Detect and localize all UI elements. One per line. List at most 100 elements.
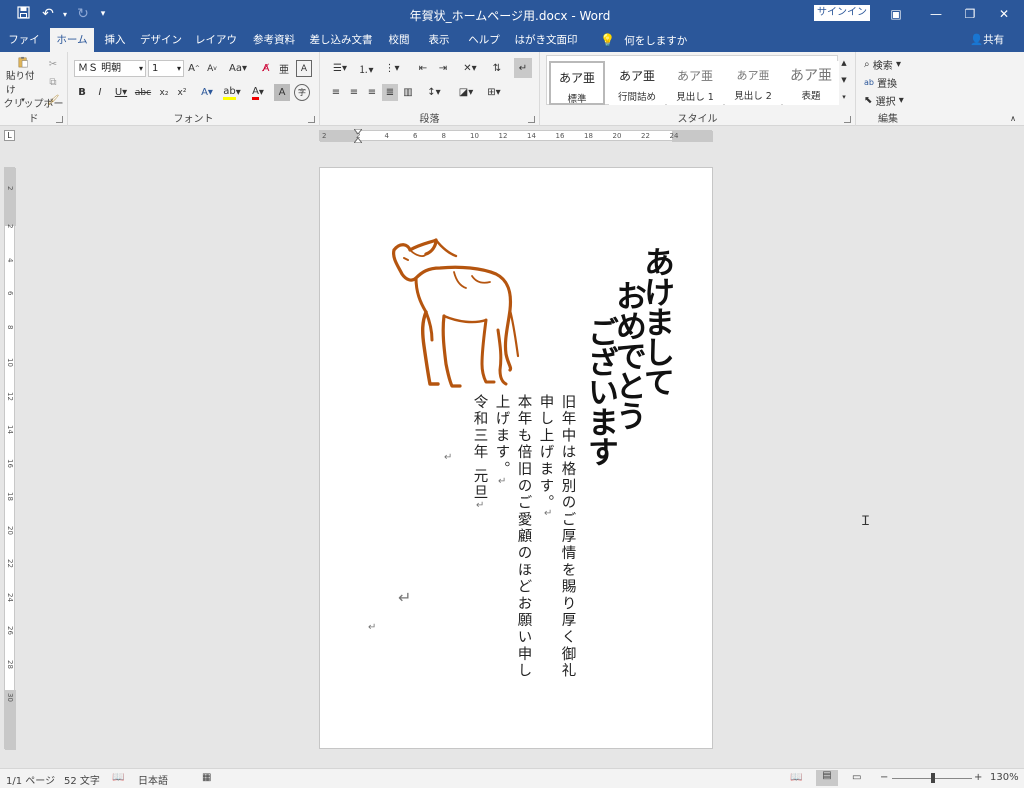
style-heading-1[interactable]: あア亜 見出し 1 <box>667 61 723 105</box>
customize-toolbar-icon[interactable]: ▾ <box>96 9 110 19</box>
styles-launcher-icon[interactable] <box>844 116 851 123</box>
bold-icon[interactable]: B <box>74 84 90 101</box>
zoom-in-icon[interactable]: + <box>974 772 982 783</box>
style-title[interactable]: あア亜 表題 <box>783 61 839 105</box>
body-line-1[interactable]: 旧年中は格別のご厚情を賜り厚く御礼 <box>560 394 576 680</box>
change-case-icon[interactable]: Aa▾ <box>226 60 250 77</box>
font-launcher-icon[interactable] <box>308 116 315 123</box>
redo-icon[interactable]: ↻ <box>70 6 96 22</box>
undo-dropdown-icon[interactable]: ▾ <box>60 10 70 19</box>
sort-icon[interactable]: ⇅ <box>488 60 506 77</box>
decrease-indent-icon[interactable]: ⇤ <box>414 60 432 77</box>
tab-view[interactable]: 表示 <box>422 28 456 52</box>
greeting-line-3[interactable]: ございます <box>582 316 618 466</box>
find-button[interactable]: ⌕ 検索 ▾ <box>864 56 918 72</box>
tab-postcard-print[interactable]: はがき文面印刷 <box>510 28 582 70</box>
signin-button[interactable]: サインイン <box>814 5 870 21</box>
indent-marker-icon[interactable] <box>352 128 364 144</box>
tab-mailings[interactable]: 差し込み文書 <box>306 28 376 52</box>
ribbon-display-options-icon[interactable]: ▣ <box>876 0 916 28</box>
document-page[interactable]: あけまして おめでとう ございます 旧年中は格別のご厚情を賜り厚く御礼 申し上げ… <box>319 167 713 749</box>
replace-button[interactable]: ab 置換 <box>864 74 918 90</box>
highlight-color-icon[interactable]: ab ▾ <box>220 84 244 101</box>
close-icon[interactable]: ✕ <box>984 0 1024 28</box>
web-layout-icon[interactable]: ▭ <box>852 772 861 783</box>
shading-icon[interactable]: ◪▾ <box>454 84 478 101</box>
enclose-characters-icon[interactable]: 字 <box>294 84 310 101</box>
subscript-icon[interactable]: x₂ <box>156 84 172 101</box>
line-spacing-icon[interactable]: ↕▾ <box>422 84 446 101</box>
tab-review[interactable]: 校閲 <box>382 28 416 52</box>
body-line-5[interactable]: 令和三年 元旦 <box>472 394 488 502</box>
distributed-icon[interactable]: ▥ <box>400 84 416 101</box>
font-name-combo[interactable]: ＭＳ 明朝 ▾ <box>74 60 146 77</box>
word-count[interactable]: 52 文字 <box>64 772 100 787</box>
align-right-icon[interactable]: ≡ <box>364 84 380 101</box>
strikethrough-icon[interactable]: abc <box>134 84 152 101</box>
body-line-4[interactable]: 上げます。 <box>494 394 510 478</box>
vertical-ruler[interactable]: 2 2 4 6 8 10 12 14 16 18 20 22 24 26 28 30 <box>4 167 16 750</box>
align-center-icon[interactable]: ≡ <box>346 84 362 101</box>
asian-layout-icon[interactable]: ✕▾ <box>458 60 482 77</box>
italic-icon[interactable]: I <box>92 84 108 101</box>
multilevel-list-icon[interactable]: ⋮▾ <box>380 60 404 77</box>
font-color-icon[interactable]: A ▾ <box>246 84 270 101</box>
cut-icon[interactable]: ✂ <box>44 56 62 72</box>
styles-more-icon[interactable]: ▾ <box>838 89 850 105</box>
tab-references[interactable]: 参考資料 <box>248 28 300 52</box>
save-icon[interactable] <box>10 5 36 23</box>
numbering-icon[interactable]: ⒈▾ <box>354 60 378 77</box>
character-border-icon[interactable]: A <box>296 60 312 77</box>
read-mode-icon[interactable]: 📖 <box>790 772 802 783</box>
proofing-icon[interactable]: 📖 <box>112 772 124 783</box>
collapse-ribbon-icon[interactable]: ∧ <box>1006 112 1020 124</box>
clipboard-launcher-icon[interactable] <box>56 116 63 123</box>
style-no-spacing[interactable]: あア亜 行間詰め <box>609 61 665 105</box>
select-button[interactable]: ⬉ 選択 ▾ <box>864 92 918 108</box>
font-size-combo[interactable]: 1 ▾ <box>148 60 184 77</box>
page-count[interactable]: 1/1 ページ <box>6 772 55 787</box>
language[interactable]: 日本語 <box>138 772 168 787</box>
tab-design[interactable]: デザイン <box>138 28 184 52</box>
tab-file[interactable]: ファイル <box>4 28 44 70</box>
undo-icon[interactable]: ↶ <box>36 6 60 22</box>
shrink-font-icon[interactable]: Av <box>204 60 220 77</box>
tab-insert[interactable]: 挿入 <box>98 28 132 52</box>
horizontal-ruler[interactable]: 2 2 4 6 8 10 12 14 16 18 20 22 24 <box>319 128 713 144</box>
zoom-out-icon[interactable]: − <box>880 772 888 783</box>
bullets-icon[interactable]: ☰▾ <box>328 60 352 77</box>
zoom-level[interactable]: 130% <box>990 772 1019 783</box>
align-left-icon[interactable]: ≡ <box>328 84 344 101</box>
styles-scroll-down-icon[interactable]: ▼ <box>838 72 850 88</box>
tab-selector-icon[interactable]: L <box>4 130 15 141</box>
body-line-2[interactable]: 申し上げます。 <box>538 394 554 512</box>
underline-icon[interactable]: U▾ <box>110 84 132 101</box>
justify-icon[interactable]: ≣ <box>382 84 398 101</box>
print-layout-icon[interactable]: ▤ <box>816 770 838 786</box>
text-effects-icon[interactable]: A▾ <box>196 84 218 101</box>
ribbon-tabs: ファイル ホーム 挿入 デザイン レイアウト 参考資料 差し込み文書 校閲 表示… <box>0 28 1024 70</box>
show-formatting-marks-icon[interactable]: ↵ <box>514 58 532 78</box>
clear-formatting-icon[interactable]: A̸ <box>258 60 274 77</box>
increase-indent-icon[interactable]: ⇥ <box>434 60 452 77</box>
style-normal[interactable]: あア亜 標準 <box>549 61 605 105</box>
copy-icon[interactable]: ⧉ <box>44 74 62 90</box>
grow-font-icon[interactable]: A ^ <box>186 60 202 77</box>
share-button[interactable]: 👤共有 <box>970 28 1004 52</box>
character-shading-icon[interactable]: A <box>274 84 290 101</box>
style-sample: あア亜 <box>618 69 655 83</box>
superscript-icon[interactable]: x² <box>174 84 190 101</box>
macro-record-icon[interactable]: ▦ <box>202 772 211 783</box>
style-heading-2[interactable]: あア亜 見出し 2 <box>725 61 781 105</box>
tab-help[interactable]: ヘルプ <box>462 28 506 52</box>
body-line-3[interactable]: 本年も倍旧のご愛顧のほどお願い申し <box>516 394 532 680</box>
ox-strokes <box>392 238 520 388</box>
phonetic-guide-icon[interactable]: 亜 <box>276 60 292 77</box>
paragraph-launcher-icon[interactable] <box>528 116 535 123</box>
tell-me-box[interactable]: 💡 何をしますか <box>600 28 687 52</box>
zoom-slider-thumb[interactable] <box>931 773 935 783</box>
tab-layout[interactable]: レイアウト <box>190 28 242 70</box>
tab-home[interactable]: ホーム <box>50 28 94 52</box>
borders-icon[interactable]: ⊞▾ <box>482 84 506 101</box>
styles-scroll-up-icon[interactable]: ▲ <box>838 55 850 71</box>
